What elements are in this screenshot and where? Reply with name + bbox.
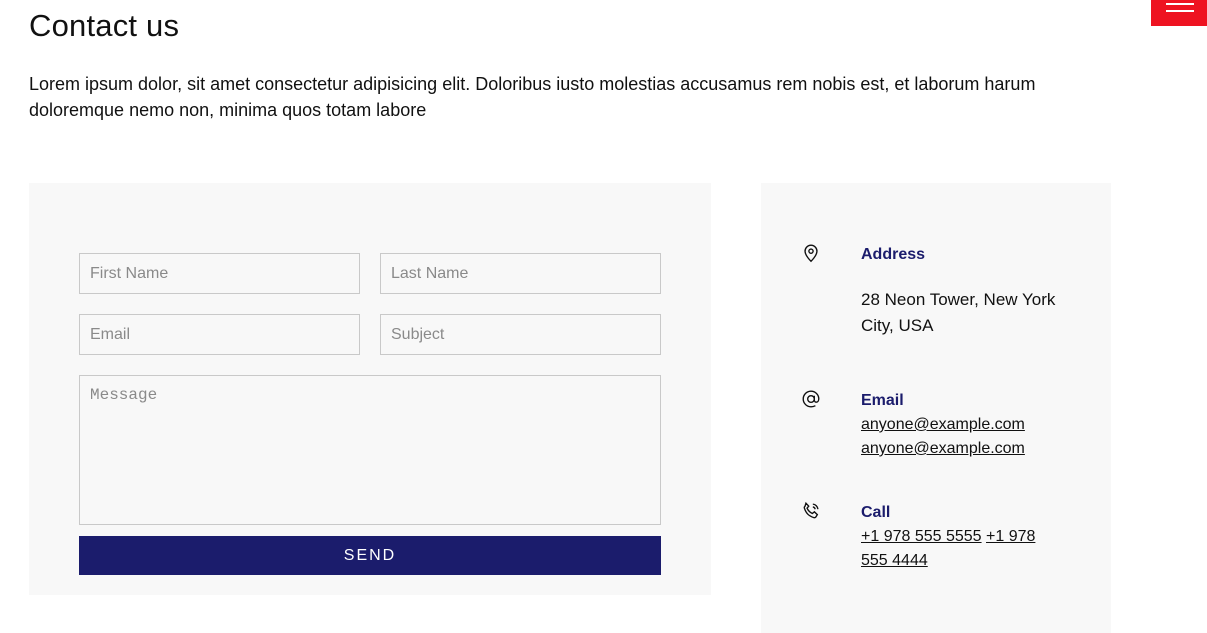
address-label: Address [861,246,926,263]
first-name-input[interactable] [79,253,360,294]
address-text: 28 Neon Tower, New York City, USA [861,290,1056,335]
email-label: Email [861,392,904,409]
email-links: anyone@example.com anyone@example.com [861,413,1061,461]
last-name-input[interactable] [380,253,661,294]
send-button[interactable]: SEND [79,536,661,575]
phone-link[interactable]: +1 978 555 5555 [861,528,982,545]
call-label: Call [861,504,891,521]
hamburger-icon-bar [1166,10,1194,12]
email-link[interactable]: anyone@example.com [861,440,1025,457]
subject-input[interactable] [380,314,661,355]
email-link[interactable]: anyone@example.com [861,416,1025,433]
location-pin-icon [800,242,822,264]
phone-links: +1 978 555 5555 +1 978 555 4444 [861,525,1061,573]
contact-info-panel: Address 28 Neon Tower, New York City, US… [761,183,1111,633]
hamburger-icon [1166,3,1194,5]
menu-button[interactable] [1151,0,1207,26]
at-sign-icon [800,388,822,410]
email-input[interactable] [79,314,360,355]
contact-form: SEND [29,183,711,595]
page-title: Contact us [29,8,180,43]
intro-text: Lorem ipsum dolor, sit amet consectetur … [29,74,1036,120]
phone-icon [800,500,822,522]
message-textarea[interactable] [79,375,661,525]
